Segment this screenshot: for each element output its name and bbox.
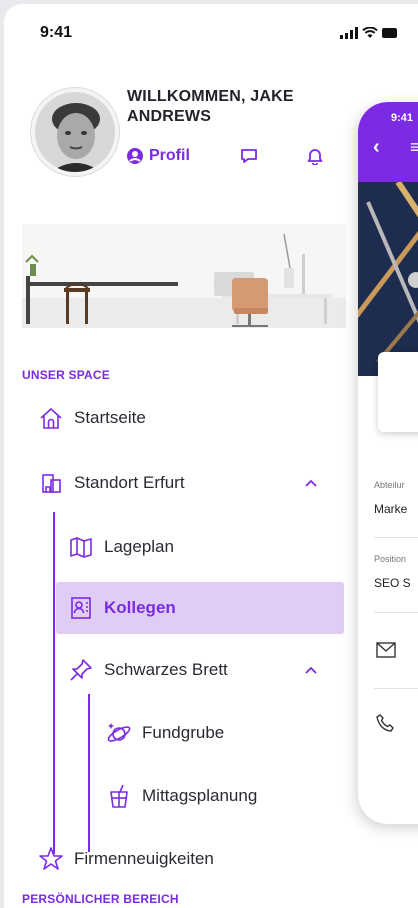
bell-icon[interactable] (307, 147, 323, 165)
chevron-up-icon[interactable] (304, 663, 318, 677)
drink-cup-icon (106, 783, 132, 809)
nav-item-mittagsplanung[interactable]: Mittagsplanung (106, 775, 257, 817)
office-banner-image (22, 224, 346, 328)
app-preview-phone: 9:41 ‹ ≡ Abteilur Marke Position SEO S K… (358, 102, 418, 824)
divider (374, 537, 418, 538)
contact-card-icon (68, 595, 94, 621)
status-icons (340, 27, 398, 39)
home-icon (38, 405, 64, 431)
phone-header: 9:41 ‹ ≡ (358, 102, 418, 182)
map-icon (68, 534, 94, 560)
status-bar: 9:41 (4, 4, 418, 64)
nav-label-lageplan: Lageplan (104, 537, 174, 556)
department-label: Abteilur (374, 480, 405, 490)
mail-icon (376, 642, 396, 658)
nav-label-schwarzes-brett: Schwarzes Brett (104, 660, 228, 679)
nav-item-firmenneuigkeiten[interactable]: Firmenneuigkeiten (38, 838, 214, 880)
nav-item-schwarzes-brett[interactable]: Schwarzes Brett (68, 649, 228, 691)
phone-icon (376, 714, 394, 732)
status-time: 9:41 (40, 24, 73, 41)
avatar[interactable] (31, 88, 119, 176)
nav-item-lageplan[interactable]: Lageplan (68, 526, 174, 568)
tree-line-location (53, 512, 55, 854)
profile-link[interactable]: Profil (127, 147, 190, 165)
welcome-heading: WILLKOMMEN, JAKE ANDREWS (127, 88, 294, 125)
section-title-personal: PERSÖNLICHER BEREICH (22, 892, 179, 906)
profile-actions: Profil (127, 147, 190, 165)
nav-label-standort-erfurt: Standort Erfurt (74, 473, 185, 492)
chevron-up-icon[interactable] (304, 476, 318, 490)
profile-card (378, 352, 418, 432)
position-value: SEO S (374, 576, 411, 590)
signal-icon (340, 27, 358, 39)
divider (374, 612, 418, 613)
section-title-space: UNSER SPACE (22, 368, 110, 382)
profile-photo-icon (35, 92, 115, 172)
desk-tools-photo (358, 182, 418, 376)
nav-label-firmenneuigkeiten: Firmenneuigkeiten (74, 849, 214, 868)
menu-icon[interactable]: ≡ (410, 137, 418, 158)
planet-icon (106, 720, 132, 746)
profile-label: Profil (149, 147, 190, 164)
navigation-drawer: 9:41 WILLKOMMEN, JAKE ANDREWS Profil UNS… (4, 4, 418, 908)
nav-label-startseite: Startseite (74, 408, 146, 427)
position-label: Position (374, 554, 407, 564)
star-icon (38, 846, 64, 872)
department-value: Marke (374, 502, 408, 516)
wifi-icon (362, 27, 378, 38)
building-icon (38, 470, 64, 496)
nav-label-fundgrube: Fundgrube (142, 723, 225, 742)
user-circle-icon (127, 148, 143, 164)
nav-label-kollegen: Kollegen (104, 598, 176, 617)
chat-icon[interactable] (240, 147, 258, 165)
divider (374, 688, 418, 689)
nav-item-standort-erfurt[interactable]: Standort Erfurt (38, 462, 185, 504)
nav-item-startseite[interactable]: Startseite (38, 397, 146, 439)
back-arrow-icon[interactable]: ‹ (373, 136, 380, 159)
nav-item-fundgrube[interactable]: Fundgrube (106, 712, 224, 754)
pin-icon (68, 657, 94, 683)
tree-line-board (88, 694, 90, 852)
nav-item-kollegen[interactable]: Kollegen (68, 587, 176, 629)
nav-label-mittagsplanung: Mittagsplanung (142, 786, 258, 805)
phone-time: 9:41 (391, 112, 414, 124)
battery-icon (382, 28, 397, 38)
